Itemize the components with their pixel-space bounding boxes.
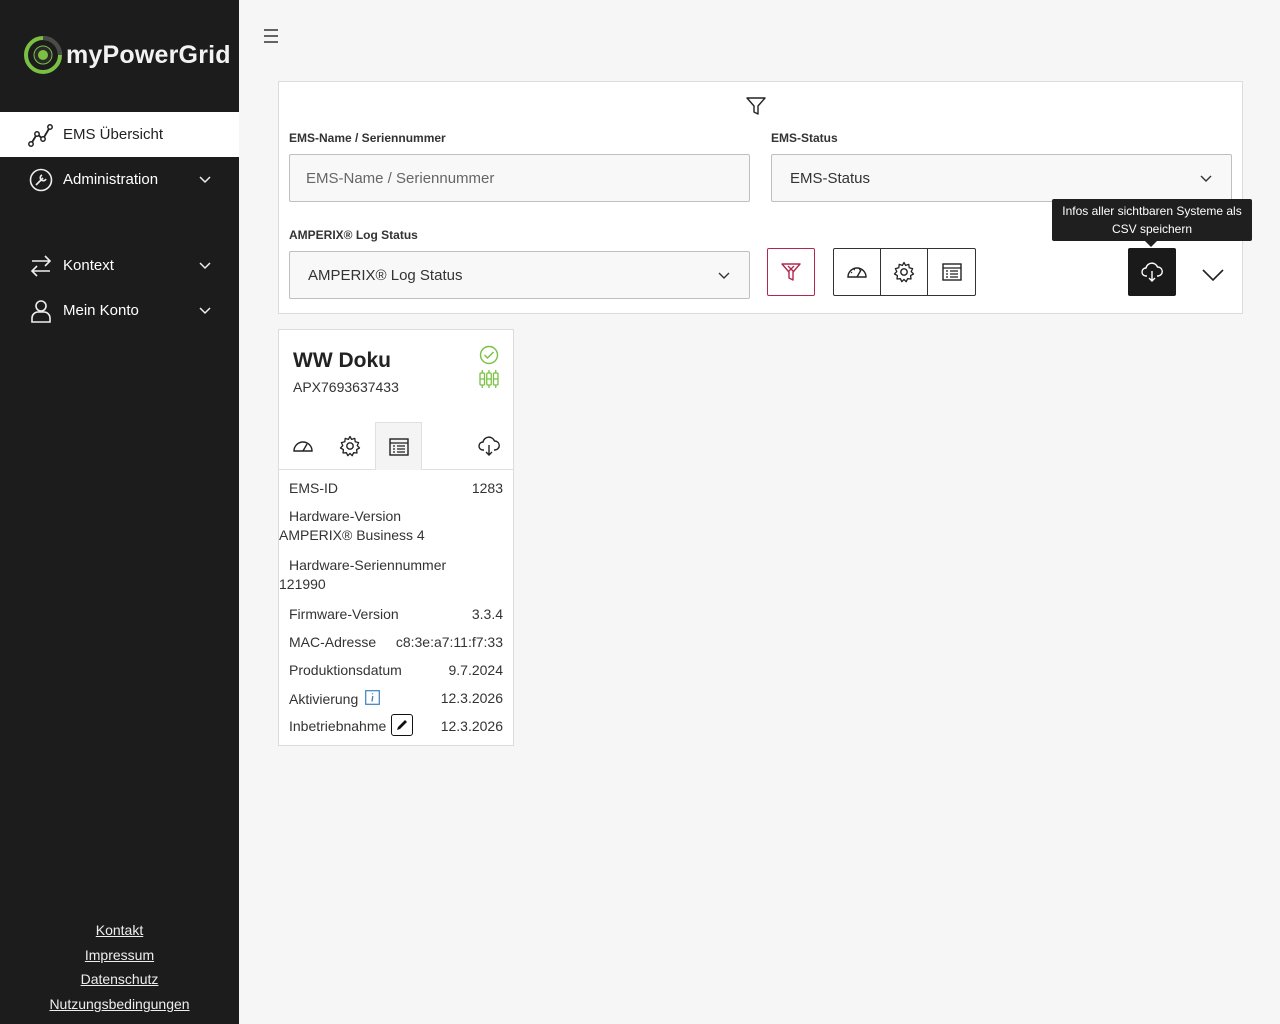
chevron-down-icon [199,176,211,184]
chevron-down-icon [1200,175,1212,182]
footer-links: Kontakt Impressum Datenschutz Nutzungsbe… [0,918,239,1017]
footer-link-kontakt[interactable]: Kontakt [0,918,239,943]
card-tab-settings[interactable] [326,422,373,469]
row-value: c8:3e:a7:11:f7:33 [395,634,503,650]
card-download-button[interactable] [465,422,512,469]
tooltip-line: CSV speichern [1111,222,1193,236]
detail-row-hardware-serial: Hardware-Seriennummer 121990 [279,557,493,592]
row-label: Hardware-Version [289,508,402,524]
sidebar-item-label: Mein Konto [63,302,139,319]
dashboard-view-button[interactable] [834,249,881,295]
chevron-down-icon [199,262,211,270]
row-value: 12.3.2026 [440,718,503,734]
battery-modules-icon [479,370,499,388]
swap-arrows-icon [30,255,52,277]
row-label: Firmware-Version [289,606,399,622]
card-tab-dashboard[interactable] [279,422,326,469]
row-label: Produktionsdatum [289,662,402,678]
settings-view-button[interactable] [881,249,928,295]
table-icon [388,437,409,456]
card-tab-details[interactable] [375,422,422,470]
filter-icon[interactable] [745,95,767,117]
chart-line-icon [28,124,53,147]
filter-panel: EMS-Name / Seriennummer EMS-Status EMS-S… [278,81,1243,314]
sidebar-item-kontext[interactable]: Kontext [0,243,239,288]
reset-filter-button[interactable] [767,248,815,296]
logo-icon [24,36,62,74]
tooltip-line: Infos aller sichtbaren Systeme als [1062,204,1242,218]
sidebar-item-label: Kontext [63,257,114,274]
ems-status-select[interactable]: EMS-Status [771,154,1232,202]
footer-link-nutzungsbedingungen[interactable]: Nutzungsbedingungen [0,992,239,1017]
info-icon[interactable] [365,690,381,705]
sidebar-item-ems-uebersicht[interactable]: EMS Übersicht [0,112,239,157]
log-status-label: AMPERIX® Log Status [289,228,418,242]
name-filter-label: EMS-Name / Seriennummer [289,131,446,145]
row-value: AMPERIX® Business 4 [279,527,425,543]
name-filter-field[interactable] [289,154,750,202]
detail-row-production-date: Produktionsdatum 9.7.2024 [289,662,503,678]
card-tabs [279,422,513,470]
card-title: WW Doku [293,349,391,372]
app-logo[interactable]: myPowerGrid [24,36,231,74]
detail-row-hardware-version: Hardware-Version AMPERIX® Business 4 [279,508,493,543]
expand-filters-button[interactable] [1200,262,1226,288]
row-label: MAC-Adresse [289,634,377,650]
list-view-button[interactable] [928,249,975,295]
name-search-input[interactable] [306,169,749,187]
check-circle-icon [479,345,499,365]
detail-row-ems-id: EMS-ID 1283 [289,480,503,496]
gear-icon [339,435,360,456]
detail-row-firmware-version: Firmware-Version 3.3.4 [289,606,503,622]
log-status-select[interactable]: AMPERIX® Log Status [289,251,750,299]
csv-download-button[interactable] [1128,248,1176,296]
edit-commissioning-button[interactable] [391,714,413,736]
row-value: 3.3.4 [471,606,503,622]
card-serial: APX7693637433 [293,379,399,395]
pencil-icon [397,720,407,730]
chevron-down-icon [718,272,730,279]
row-value: 12.3.2026 [440,690,503,706]
log-status-value: AMPERIX® Log Status [308,266,463,284]
row-value: 9.7.2024 [448,662,504,678]
app-name: myPowerGrid [66,40,231,69]
chevron-down-icon [199,307,211,315]
tools-icon [29,168,53,192]
footer-link-datenschutz[interactable]: Datenschutz [0,967,239,992]
menu-toggle-icon[interactable] [261,26,281,46]
sidebar: myPowerGrid EMS Übersicht Administration… [0,0,239,1024]
row-label: Aktivierung [289,691,359,707]
sidebar-item-mein-konto[interactable]: Mein Konto [0,288,239,333]
gauge-icon [847,267,867,278]
row-label: Hardware-Seriennummer [289,557,447,573]
gauge-icon [292,440,313,452]
table-icon [941,263,962,281]
cloud-download-icon [477,435,500,456]
detail-row-mac-address: MAC-Adresse c8:3e:a7:11:f7:33 [289,634,503,650]
row-label: EMS-ID [289,480,338,496]
user-icon [31,300,51,323]
view-toggle-group [833,248,976,296]
row-label: Inbetriebnahme [289,718,387,734]
filter-clear-icon [781,263,801,281]
detail-row-activation: Aktivierung 12.3.2026 [289,690,503,707]
status-filter-label: EMS-Status [771,131,838,145]
ems-status-value: EMS-Status [790,169,871,187]
row-value: 121990 [279,576,326,592]
sidebar-item-administration[interactable]: Administration [0,157,239,202]
row-value: 1283 [471,480,503,496]
ems-card: WW Doku APX7693637433 EMS-ID 1283 Hardwa… [278,329,514,746]
detail-row-commissioning: Inbetriebnahme 12.3.2026 [289,714,503,736]
sidebar-item-label: Administration [63,171,159,188]
cloud-download-icon [1141,262,1163,282]
gear-icon [893,261,915,283]
chevron-down-icon [1202,269,1224,282]
footer-link-impressum[interactable]: Impressum [0,943,239,968]
sidebar-item-label: EMS Übersicht [63,126,164,143]
csv-tooltip: Infos aller sichtbaren Systeme als CSV s… [1052,199,1252,247]
